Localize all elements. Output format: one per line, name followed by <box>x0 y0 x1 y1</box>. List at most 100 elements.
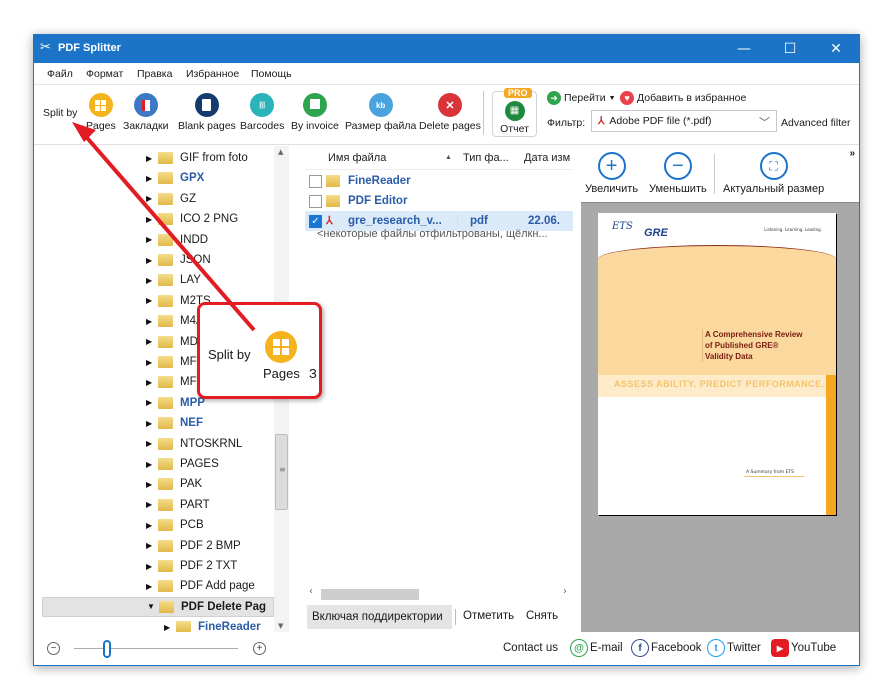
menu-format[interactable]: Формат <box>86 68 123 80</box>
email-link[interactable]: @ E-mail <box>570 639 623 657</box>
report-button[interactable]: PRO ▦ Отчет <box>492 88 537 137</box>
mark-all-button[interactable]: Отметить <box>463 610 514 622</box>
collapsed-arrow-icon[interactable]: ▶ <box>146 500 158 509</box>
collapsed-arrow-icon[interactable]: ▶ <box>146 174 158 183</box>
tree-item[interactable]: ▶ PAGES <box>146 454 219 474</box>
minimize-button[interactable]: — <box>721 35 767 63</box>
split-by-invoice-button[interactable]: By invoice <box>291 93 339 132</box>
collapsed-arrow-icon[interactable]: ▶ <box>146 337 158 346</box>
collapsed-arrow-icon[interactable]: ▶ <box>146 194 158 203</box>
filtered-files-note[interactable]: <некоторые файлы отфильтрованы, щёлкн... <box>317 228 548 240</box>
column-filename[interactable]: Имя файла <box>328 152 386 164</box>
tree-item[interactable]: ▶ PDF 2 BMP <box>146 536 241 556</box>
collapsed-arrow-icon[interactable]: ▶ <box>146 541 158 550</box>
actual-size-button[interactable]: ⛶ Актуальный размер <box>723 152 824 195</box>
collapsed-arrow-icon[interactable]: ▶ <box>146 439 158 448</box>
tree-item[interactable]: ▶ PART <box>146 495 210 515</box>
scroll-left-icon[interactable]: ‹ <box>309 586 313 597</box>
tree-item[interactable]: ▶ NTOSKRNL <box>146 434 242 454</box>
scroll-up-icon[interactable]: ▲ <box>278 148 283 156</box>
tree-item[interactable]: ▶ JSON <box>146 250 211 270</box>
tree-item[interactable]: ▶ GPX <box>146 168 204 188</box>
tree-item[interactable]: ▶ MPP <box>146 393 205 413</box>
zoom-slider-track[interactable] <box>74 648 238 649</box>
tree-item[interactable]: ▶ PCB <box>146 515 204 535</box>
more-tools-icon[interactable]: » <box>849 148 855 159</box>
unmark-all-button[interactable]: Снять <box>526 610 558 622</box>
split-blank-pages-button[interactable]: Blank pages <box>178 93 236 132</box>
file-row[interactable]: PDF Editor <box>305 191 573 211</box>
row-checkbox[interactable] <box>309 194 322 208</box>
tree-item[interactable]: ▶ NEF <box>146 413 203 433</box>
zoom-minus-icon[interactable]: − <box>47 642 60 655</box>
collapsed-arrow-icon[interactable]: ▶ <box>146 154 158 163</box>
tree-item[interactable]: ▶ MFS <box>146 352 204 372</box>
tree-item[interactable]: ▶ ICO 2 PNG <box>146 209 238 229</box>
tree-item[interactable]: ▶ PAK <box>146 474 202 494</box>
tree-scroll-thumb[interactable]: ≡ <box>275 434 288 510</box>
tree-item[interactable]: ▶ INDD <box>146 230 208 250</box>
collapsed-arrow-icon[interactable]: ▶ <box>146 582 158 591</box>
delete-pages-button[interactable]: ✕ Delete pages <box>419 93 481 132</box>
file-list-hscrollbar[interactable]: ‹ › <box>305 586 573 602</box>
collapsed-arrow-icon[interactable]: ▶ <box>146 398 158 407</box>
advanced-filter-link[interactable]: Advanced filter <box>781 117 850 129</box>
folder-icon <box>158 437 173 450</box>
menu-file[interactable]: Файл <box>47 68 73 80</box>
split-bookmarks-button[interactable]: Закладки <box>123 93 168 132</box>
column-date[interactable]: Дата изм <box>524 152 570 164</box>
zoom-out-button[interactable]: − Уменьшить <box>649 152 707 195</box>
tree-item[interactable]: ▼ PDF Delete Pag <box>42 596 274 617</box>
tree-item[interactable]: ▶ GIF from foto <box>146 148 248 168</box>
menu-favorites[interactable]: Избранное <box>186 68 239 80</box>
twitter-link[interactable]: t Twitter <box>707 639 761 657</box>
collapsed-arrow-icon[interactable]: ▶ <box>146 296 158 305</box>
maximize-button[interactable]: ☐ <box>767 35 813 63</box>
expanded-arrow-icon[interactable]: ▼ <box>147 602 159 611</box>
file-row[interactable]: FineReader <box>305 171 573 191</box>
add-favorite-button[interactable]: ♥ Добавить в избранное <box>620 91 746 105</box>
zoom-in-button[interactable]: + Увеличить <box>585 152 638 195</box>
tree-item[interactable]: ▶ LAY <box>146 270 201 290</box>
scroll-down-icon[interactable]: ▼ <box>278 622 283 630</box>
file-name: gre_research_v... <box>348 215 458 227</box>
collapsed-arrow-icon[interactable]: ▶ <box>146 358 158 367</box>
tree-item[interactable]: ▶ PDF 2 TXT <box>146 556 237 576</box>
collapsed-arrow-icon[interactable]: ▶ <box>146 276 158 285</box>
row-checkbox[interactable]: ✓ <box>309 214 322 228</box>
collapsed-arrow-icon[interactable]: ▶ <box>146 521 158 530</box>
hscroll-thumb[interactable] <box>321 589 419 600</box>
collapsed-arrow-icon[interactable]: ▶ <box>146 215 158 224</box>
pages-icon <box>88 93 113 117</box>
menu-edit[interactable]: Правка <box>137 68 172 80</box>
include-subdirs-button[interactable]: Включая поддиректории <box>307 605 452 629</box>
collapsed-arrow-icon[interactable]: ▶ <box>164 623 176 632</box>
tree-item[interactable]: ▶ FineReader <box>164 617 261 632</box>
tree-item[interactable]: ▶ PDF Add page <box>146 576 255 596</box>
split-file-size-button[interactable]: kb Размер файла <box>345 93 416 132</box>
collapsed-arrow-icon[interactable]: ▶ <box>146 378 158 387</box>
tree-item[interactable]: ▶ GZ <box>146 189 196 209</box>
collapsed-arrow-icon[interactable]: ▶ <box>146 317 158 326</box>
collapsed-arrow-icon[interactable]: ▶ <box>146 256 158 265</box>
split-barcodes-button[interactable]: ||| Barcodes <box>240 93 284 132</box>
filter-select[interactable]: ⅄ Adobe PDF file (*.pdf) ﹀ <box>591 110 777 132</box>
zoom-plus-icon[interactable]: + <box>253 642 266 655</box>
youtube-link[interactable]: ▶ YouTube <box>771 639 836 657</box>
menu-help[interactable]: Помощь <box>251 68 292 80</box>
collapsed-arrow-icon[interactable]: ▶ <box>146 419 158 428</box>
scroll-right-icon[interactable]: › <box>563 586 567 597</box>
folder-icon <box>158 539 173 552</box>
collapsed-arrow-icon[interactable]: ▶ <box>146 460 158 469</box>
tree-item[interactable]: ▶ M4A <box>146 311 204 331</box>
zoom-slider-thumb[interactable] <box>102 640 111 658</box>
column-filetype[interactable]: Тип фа... <box>463 152 509 164</box>
split-pages-button[interactable]: Pages <box>86 93 116 132</box>
collapsed-arrow-icon[interactable]: ▶ <box>146 235 158 244</box>
collapsed-arrow-icon[interactable]: ▶ <box>146 562 158 571</box>
facebook-link[interactable]: f Facebook <box>631 639 702 657</box>
goto-button[interactable]: ➜ Перейти ▼ <box>547 91 616 105</box>
close-button[interactable]: ✕ <box>813 35 859 63</box>
row-checkbox[interactable] <box>309 174 322 188</box>
collapsed-arrow-icon[interactable]: ▶ <box>146 480 158 489</box>
